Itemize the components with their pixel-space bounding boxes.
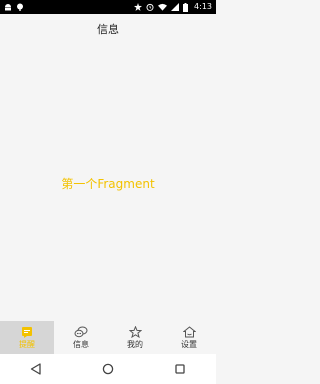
status-time: 4:13 bbox=[194, 2, 212, 11]
back-button[interactable] bbox=[16, 354, 56, 384]
content-area: 第一个Fragment bbox=[0, 44, 216, 321]
home-icon bbox=[182, 326, 196, 338]
home-button[interactable] bbox=[88, 354, 128, 384]
fragment-text: 第一个Fragment bbox=[61, 177, 155, 191]
bottom-tab-bar: 提醒 信息 我的 设置 bbox=[0, 321, 216, 354]
tab-label: 我的 bbox=[127, 340, 143, 349]
chat-bubbles-icon bbox=[74, 326, 88, 338]
tab-label: 设置 bbox=[181, 340, 197, 349]
title-bar: 信息 bbox=[0, 14, 216, 44]
notification-icon bbox=[17, 3, 23, 11]
system-nav-bar bbox=[0, 354, 216, 384]
recents-button[interactable] bbox=[160, 354, 200, 384]
status-bar: 4:13 bbox=[0, 0, 216, 14]
recents-icon bbox=[175, 364, 185, 374]
star-outline-icon bbox=[128, 326, 142, 338]
android-icon bbox=[5, 4, 11, 11]
star-icon bbox=[134, 3, 143, 11]
home-circle-icon bbox=[102, 363, 114, 375]
page-title: 信息 bbox=[97, 23, 119, 36]
status-left bbox=[4, 3, 24, 11]
battery-icon bbox=[183, 2, 189, 12]
tab-label: 信息 bbox=[73, 340, 89, 349]
signal-icon bbox=[171, 3, 180, 11]
wifi-icon bbox=[158, 3, 168, 11]
alarm-icon bbox=[146, 3, 154, 11]
tab-settings[interactable]: 设置 bbox=[162, 321, 216, 354]
back-icon bbox=[30, 363, 41, 375]
tab-reminder[interactable]: 提醒 bbox=[0, 321, 54, 354]
tab-label: 提醒 bbox=[19, 340, 35, 349]
tab-messages[interactable]: 信息 bbox=[54, 321, 108, 354]
tab-mine[interactable]: 我的 bbox=[108, 321, 162, 354]
status-right: 4:13 bbox=[134, 2, 212, 12]
message-square-icon bbox=[22, 327, 32, 338]
